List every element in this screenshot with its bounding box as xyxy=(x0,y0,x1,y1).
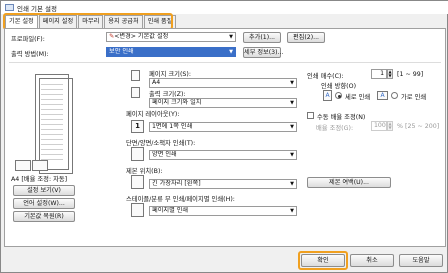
details-button[interactable]: 세부 정보(3)... xyxy=(243,47,283,58)
stapling-value: 페이지별 인쇄 xyxy=(152,207,189,214)
binding-location-value: 긴 가장자리 [왼쪽] xyxy=(152,180,201,187)
duplex-icon xyxy=(131,147,144,161)
landscape-icon: A xyxy=(377,91,388,100)
restore-defaults-button[interactable]: 기본값 복원(R) xyxy=(13,211,75,222)
copies-range: [1 ~ 99] xyxy=(397,71,424,78)
chevron-down-icon: ▼ xyxy=(290,124,294,130)
output-method-label: 출력 방법(M): xyxy=(11,51,49,58)
window-title: 인쇄 기본 설정 xyxy=(17,5,58,13)
orientation-label: 인쇄 방향(O) xyxy=(321,83,357,90)
binding-icon xyxy=(131,175,144,189)
chevron-down-icon: ▼ xyxy=(290,80,294,86)
view-settings-button[interactable]: 설정 보기(V) xyxy=(13,185,75,196)
page-layout-value: 1면에 1쪽 인쇄 xyxy=(152,123,193,130)
stapling-select[interactable]: 페이지별 인쇄 ▼ xyxy=(149,206,297,216)
page-layout-icon: 1 xyxy=(131,120,144,133)
profile-select[interactable]: ✎<변경> 기본값 설정 ▼ xyxy=(106,32,236,42)
chevron-down-icon: ▼ xyxy=(229,34,233,40)
chevron-down-icon: ▼ xyxy=(229,49,233,55)
portrait-icon: A xyxy=(323,90,332,101)
binding-location-select[interactable]: 긴 가장자리 [왼쪽] ▼ xyxy=(149,179,297,189)
duplex-label: 단면/양면/소책자 인쇄(T): xyxy=(126,140,196,147)
preview-caption: A4 [배율 조정: 자동] xyxy=(11,176,68,183)
page-size-select[interactable]: A4 ▼ xyxy=(149,78,297,88)
add-profile-button[interactable]: 추가(1)... xyxy=(243,32,281,43)
page-layout-select[interactable]: 1면에 1쪽 인쇄 ▼ xyxy=(149,122,297,132)
binding-location-label: 제본 위치(B): xyxy=(126,168,163,175)
divider xyxy=(9,62,441,63)
print-preferences-window: 인쇄 기본 설정 기본 설정 페이지 설정 마무리 용지 공급처 인쇄 품질 프… xyxy=(0,0,448,273)
page-size-label: 페이지 크기(S): xyxy=(149,71,191,78)
ok-highlight xyxy=(298,251,348,270)
output-size-select[interactable]: 페이지 크기와 일치 ▼ xyxy=(149,98,297,108)
page-layout-label: 페이지 레이아웃(Y): xyxy=(126,111,180,118)
scale-label: 배율 조정(G): xyxy=(316,125,354,132)
help-button[interactable]: 도움말 xyxy=(399,254,443,267)
output-size-icon xyxy=(131,87,140,98)
printer-icon xyxy=(5,4,14,11)
stapling-icon xyxy=(131,203,144,217)
language-settings-button[interactable]: 언어 설정(W)... xyxy=(13,198,75,209)
landscape-radio[interactable] xyxy=(391,92,398,99)
profile-value: <변경> 기본값 설정 xyxy=(114,33,169,40)
scale-range: % [25 ~ 200] xyxy=(397,123,440,130)
duplex-value: 양면 인쇄 xyxy=(152,151,177,158)
copies-stepper[interactable]: ▲ ▼ xyxy=(387,69,393,79)
manual-scale-label: 수동 배율 조정(N) xyxy=(317,114,366,121)
profile-label: 프로파일(F): xyxy=(11,36,45,43)
chevron-down-icon: ▼ xyxy=(290,100,294,106)
portrait-radio[interactable] xyxy=(335,92,342,99)
manual-scale-checkbox[interactable] xyxy=(307,112,314,119)
output-size-label: 출력 크기(Z): xyxy=(149,91,186,98)
page-size-icon xyxy=(131,70,140,81)
copies-label: 인쇄 매수(C): xyxy=(307,73,344,80)
copies-input[interactable]: 1 xyxy=(371,69,387,79)
scale-input[interactable]: 100 xyxy=(371,121,387,131)
chevron-down-icon: ▼ xyxy=(290,208,294,214)
page-preview-icon xyxy=(32,160,48,171)
cancel-button[interactable]: 취소 xyxy=(350,254,394,267)
chevron-down-icon: ▼ xyxy=(290,152,294,158)
output-method-select[interactable]: 보안 인쇄 ▼ xyxy=(106,47,236,57)
scale-stepper[interactable]: ▲ ▼ xyxy=(387,121,393,131)
settings-panel: 프로파일(F): ✎<변경> 기본값 설정 ▼ 추가(1)... 편집(2)...… xyxy=(4,28,446,247)
chevron-down-icon: ▼ xyxy=(290,181,294,187)
page-size-value: A4 xyxy=(152,79,161,86)
duplex-preview-icon xyxy=(15,160,31,171)
duplex-select[interactable]: 양면 인쇄 ▼ xyxy=(149,150,297,160)
portrait-label: 세로 인쇄 xyxy=(345,94,371,101)
landscape-label: 가로 인쇄 xyxy=(401,94,427,101)
output-method-value: 보안 인쇄 xyxy=(109,48,134,55)
output-size-value: 페이지 크기와 일치 xyxy=(152,99,202,106)
stapling-label: 스테이플/분류 부 인쇄/페이지별 인쇄(H): xyxy=(126,196,235,203)
edit-profile-button[interactable]: 편집(2)... xyxy=(287,32,325,43)
binding-margin-button[interactable]: 제본 여백(U)... xyxy=(307,177,391,188)
page-preview xyxy=(35,74,73,174)
